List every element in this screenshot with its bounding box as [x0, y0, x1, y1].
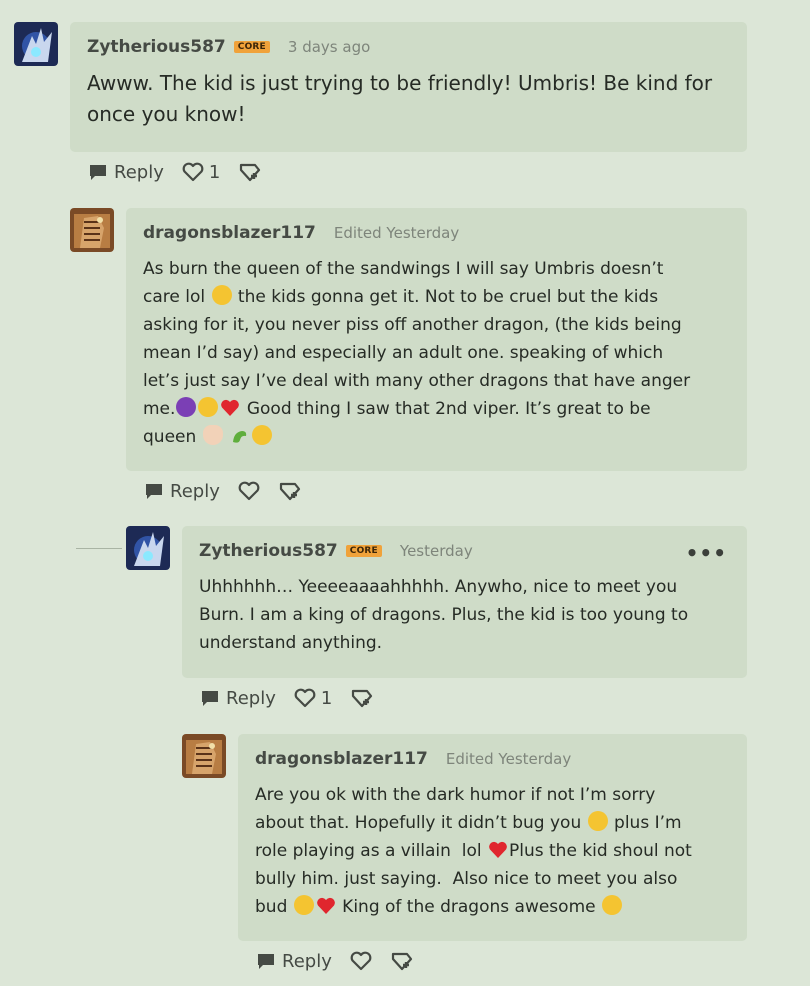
award-button[interactable]	[390, 951, 414, 971]
text-segment: King of the dragons awesome	[342, 897, 596, 917]
text-line: role playing as a villain lol Plus the k…	[255, 837, 745, 865]
text-segment: bud	[255, 897, 288, 917]
text-segment: Plus the kid shoul not	[509, 841, 692, 861]
comment-header: dragonsblazer117 Edited Yesterday	[255, 749, 571, 769]
smiling-emoji-icon	[587, 811, 608, 831]
award-icon	[391, 952, 412, 971]
username[interactable]: dragonsblazer117	[255, 749, 428, 769]
text-segment: plus I’m	[614, 813, 682, 833]
comment-text: Are you ok with the dark humor if not I’…	[255, 781, 745, 921]
dragon-avatar-icon	[182, 734, 226, 778]
red-heart-emoji-icon	[316, 897, 335, 914]
avatar-dragonsblazer[interactable]	[182, 734, 226, 778]
reply-button[interactable]: Reply	[256, 951, 332, 972]
edited-timestamp: Edited Yesterday	[445, 750, 572, 768]
heart-outline-icon	[350, 951, 372, 971]
smiling-emoji-icon	[293, 895, 314, 915]
reply-label: Reply	[282, 950, 332, 972]
text-line: Are you ok with the dark humor if not I’…	[255, 785, 656, 805]
comment-bubble: dragonsblazer117 Edited Yesterday Are yo…	[238, 734, 747, 941]
comment-bubble-icon	[258, 954, 274, 969]
red-heart-emoji-icon	[489, 841, 507, 858]
text-segment: about that. Hopefully it didn’t bug you	[255, 813, 582, 833]
text-line: bud King of the dragons awesome	[255, 893, 745, 921]
text-line: bully him. just saying. Also nice to mee…	[255, 869, 678, 889]
text-line: about that. Hopefully it didn’t bug you …	[255, 809, 745, 837]
text-segment: role playing as a villain lol	[255, 841, 482, 861]
sunglasses-emoji-icon	[602, 895, 622, 915]
comment-actions: Reply	[256, 948, 432, 974]
like-button[interactable]	[350, 951, 372, 971]
comment-4: dragonsblazer117 Edited Yesterday Are yo…	[0, 0, 810, 986]
